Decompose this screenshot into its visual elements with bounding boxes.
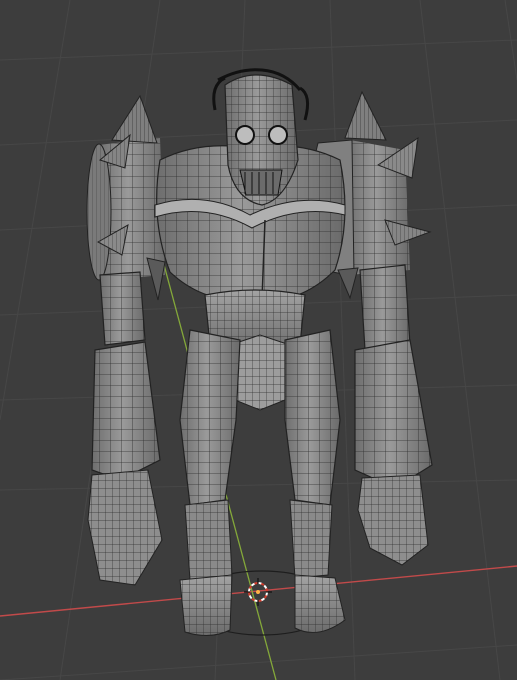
left-shoulder-drum[interactable] bbox=[86, 94, 166, 301]
viewport-canvas[interactable] bbox=[0, 0, 517, 680]
3d-viewport[interactable] bbox=[0, 0, 517, 680]
character-mesh[interactable] bbox=[86, 68, 433, 636]
right-arm[interactable] bbox=[354, 264, 433, 566]
3d-cursor-icon[interactable] bbox=[244, 578, 272, 606]
left-arm[interactable] bbox=[87, 271, 163, 586]
